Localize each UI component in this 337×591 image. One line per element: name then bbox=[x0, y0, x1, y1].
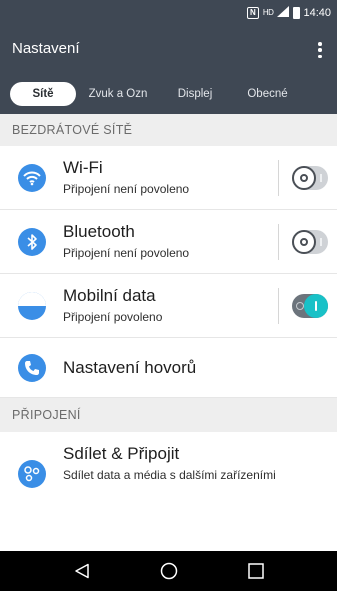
toggle-bar bbox=[320, 238, 322, 246]
share-connect-icon bbox=[18, 460, 46, 488]
toggle-knob bbox=[292, 166, 316, 190]
divider bbox=[278, 288, 279, 324]
wifi-toggle[interactable] bbox=[292, 166, 328, 190]
settings-item-call-settings[interactable]: Nastavení hovorů bbox=[0, 338, 337, 398]
bluetooth-title: Bluetooth bbox=[63, 222, 135, 241]
wifi-title: Wi-Fi bbox=[63, 158, 103, 177]
nfc-icon: N bbox=[246, 7, 259, 19]
wifi-icon bbox=[18, 164, 46, 192]
mobile-data-toggle[interactable] bbox=[292, 294, 328, 318]
divider bbox=[278, 160, 279, 196]
battery-icon bbox=[293, 7, 301, 19]
settings-item-bluetooth[interactable]: Bluetooth Připojení není povoleno bbox=[0, 210, 337, 274]
bluetooth-subtitle: Připojení není povoleno bbox=[63, 246, 190, 260]
share-connect-subtitle: Sdílet data a média s dalšími zařízeními bbox=[63, 468, 276, 482]
tab-sound[interactable]: Zvuk a Ozn bbox=[76, 82, 160, 106]
bluetooth-toggle[interactable] bbox=[292, 230, 328, 254]
more-vert-icon[interactable] bbox=[313, 40, 327, 60]
section-header-wireless: BEZDRÁTOVÉ SÍTĚ bbox=[0, 114, 337, 146]
wifi-subtitle: Připojení není povoleno bbox=[63, 182, 190, 196]
divider bbox=[278, 224, 279, 260]
mobile-data-title: Mobilní data bbox=[63, 286, 156, 305]
tab-general[interactable]: Obecné bbox=[230, 82, 305, 106]
settings-item-share-connect[interactable]: Sdílet & Připojit Sdílet data a média s … bbox=[0, 432, 337, 544]
app-bar: Nastavení bbox=[0, 26, 337, 74]
phone-icon bbox=[18, 354, 46, 382]
back-triangle-icon[interactable] bbox=[62, 551, 102, 591]
section-header-connection: PŘIPOJENÍ bbox=[0, 398, 337, 432]
recents-square-icon[interactable] bbox=[236, 551, 276, 591]
tab-bar: Sítě Zvuk a Ozn Displej Obecné bbox=[0, 74, 337, 114]
tab-site[interactable]: Sítě bbox=[10, 82, 76, 106]
bluetooth-icon bbox=[18, 228, 46, 256]
nav-bar bbox=[0, 551, 337, 591]
hd-voice-icon: HD bbox=[262, 8, 274, 17]
mobile-data-subtitle: Připojení povoleno bbox=[63, 310, 163, 324]
tab-display[interactable]: Displej bbox=[160, 82, 230, 106]
share-connect-title: Sdílet & Připojit bbox=[63, 444, 180, 463]
status-bar: N HD 14:40 bbox=[0, 0, 337, 26]
clock: 14:40 bbox=[303, 7, 331, 19]
settings-item-wifi[interactable]: Wi-Fi Připojení není povoleno bbox=[0, 146, 337, 210]
toggle-knob bbox=[292, 230, 316, 254]
settings-item-mobile-data[interactable]: Mobilní data Připojení povoleno bbox=[0, 274, 337, 338]
signal-icon bbox=[277, 5, 290, 21]
toggle-knob bbox=[304, 294, 328, 318]
toggle-bar bbox=[320, 174, 322, 182]
toggle-ring bbox=[296, 302, 304, 310]
home-circle-icon[interactable] bbox=[149, 551, 189, 591]
call-settings-title: Nastavení hovorů bbox=[63, 358, 197, 377]
page-title: Nastavení bbox=[12, 40, 80, 57]
mobile-data-icon bbox=[18, 292, 46, 320]
